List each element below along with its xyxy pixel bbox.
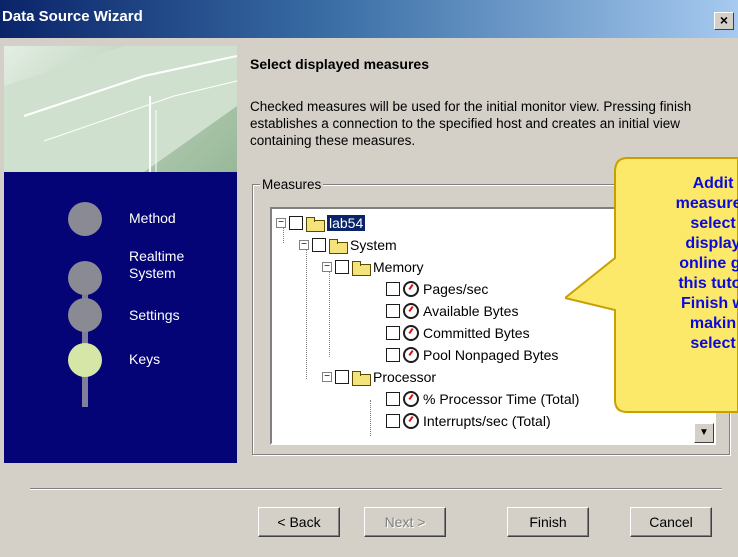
node-checkbox[interactable] (386, 414, 400, 428)
folder-icon (306, 216, 325, 232)
tree-node-lab54[interactable]: − lab54 (276, 212, 366, 234)
tree-node-label[interactable]: lab54 (327, 215, 366, 231)
step-marker (68, 298, 102, 332)
counter-gauge-icon (403, 413, 419, 429)
collapse-icon[interactable]: − (322, 372, 332, 382)
decorative-banner (4, 46, 237, 172)
tree-node-available-bytes[interactable]: Available Bytes (386, 300, 518, 322)
counter-gauge-icon (403, 303, 419, 319)
tree-node-label[interactable]: System (350, 237, 397, 253)
step-label: Keys (129, 351, 161, 367)
wizard-side-panel: Method Realtime System Settings Keys (4, 46, 237, 463)
tree-node-pool-nonpaged-bytes[interactable]: Pool Nonpaged Bytes (386, 344, 558, 366)
close-button[interactable]: × (714, 12, 734, 30)
scroll-down-button[interactable]: ▼ (694, 423, 714, 443)
back-button[interactable]: < Back (258, 507, 340, 537)
node-checkbox[interactable] (386, 348, 400, 362)
window-title: Data Source Wizard (2, 8, 143, 25)
counter-gauge-icon (403, 325, 419, 341)
step-label: Settings (129, 307, 180, 323)
tree-node-label[interactable]: Pool Nonpaged Bytes (423, 347, 558, 363)
node-checkbox[interactable] (386, 326, 400, 340)
tree-node-label[interactable]: % Processor Time (Total) (423, 391, 579, 407)
tree-node-pages-sec[interactable]: Pages/sec (386, 278, 488, 300)
node-checkbox[interactable] (386, 392, 400, 406)
counter-gauge-icon (403, 391, 419, 407)
step-marker (68, 261, 102, 295)
node-checkbox[interactable] (312, 238, 326, 252)
tree-node-label[interactable]: Processor (373, 369, 436, 385)
measures-group-label: Measures (260, 177, 324, 192)
tree-node-interrupts-sec[interactable]: Interrupts/sec (Total) (386, 410, 551, 432)
node-checkbox[interactable] (335, 260, 349, 274)
folder-icon (329, 238, 348, 254)
step-label: Realtime System (129, 248, 185, 281)
step-label: Method (129, 210, 176, 226)
step-marker (68, 202, 102, 236)
collapse-icon[interactable]: − (276, 218, 286, 228)
tutorial-callout: Addit measures select display online gr … (565, 150, 738, 418)
tree-node-label[interactable]: Available Bytes (423, 303, 518, 319)
finish-button[interactable]: Finish (507, 507, 589, 537)
page-description: Checked measures will be used for the in… (250, 99, 692, 148)
tree-node-memory[interactable]: − Memory (322, 256, 424, 278)
folder-icon (352, 260, 371, 276)
title-bar: Data Source Wizard × (0, 0, 738, 38)
collapse-icon[interactable]: − (299, 240, 309, 250)
tree-node-label[interactable]: Pages/sec (423, 281, 488, 297)
step-marker-current (68, 343, 102, 377)
page-heading: Select displayed measures (250, 56, 429, 72)
node-checkbox[interactable] (386, 282, 400, 296)
next-button[interactable]: Next > (364, 507, 446, 537)
callout-text: Addit measures select display online gr … (675, 175, 738, 352)
node-checkbox[interactable] (289, 216, 303, 230)
node-checkbox[interactable] (386, 304, 400, 318)
tree-node-processor[interactable]: − Processor (322, 366, 436, 388)
folder-icon (352, 370, 371, 386)
cancel-button[interactable]: Cancel (630, 507, 712, 537)
collapse-icon[interactable]: − (322, 262, 332, 272)
tree-node-committed-bytes[interactable]: Committed Bytes (386, 322, 530, 344)
tree-node-label[interactable]: Interrupts/sec (Total) (423, 413, 551, 429)
banner-art (4, 46, 237, 172)
tree-node-system[interactable]: − System (299, 234, 397, 256)
counter-gauge-icon (403, 347, 419, 363)
counter-gauge-icon (403, 281, 419, 297)
tree-node-label[interactable]: Committed Bytes (423, 325, 530, 341)
tree-node-processor-time[interactable]: % Processor Time (Total) (386, 388, 579, 410)
tree-node-label[interactable]: Memory (373, 259, 424, 275)
footer-separator (30, 488, 722, 490)
node-checkbox[interactable] (335, 370, 349, 384)
